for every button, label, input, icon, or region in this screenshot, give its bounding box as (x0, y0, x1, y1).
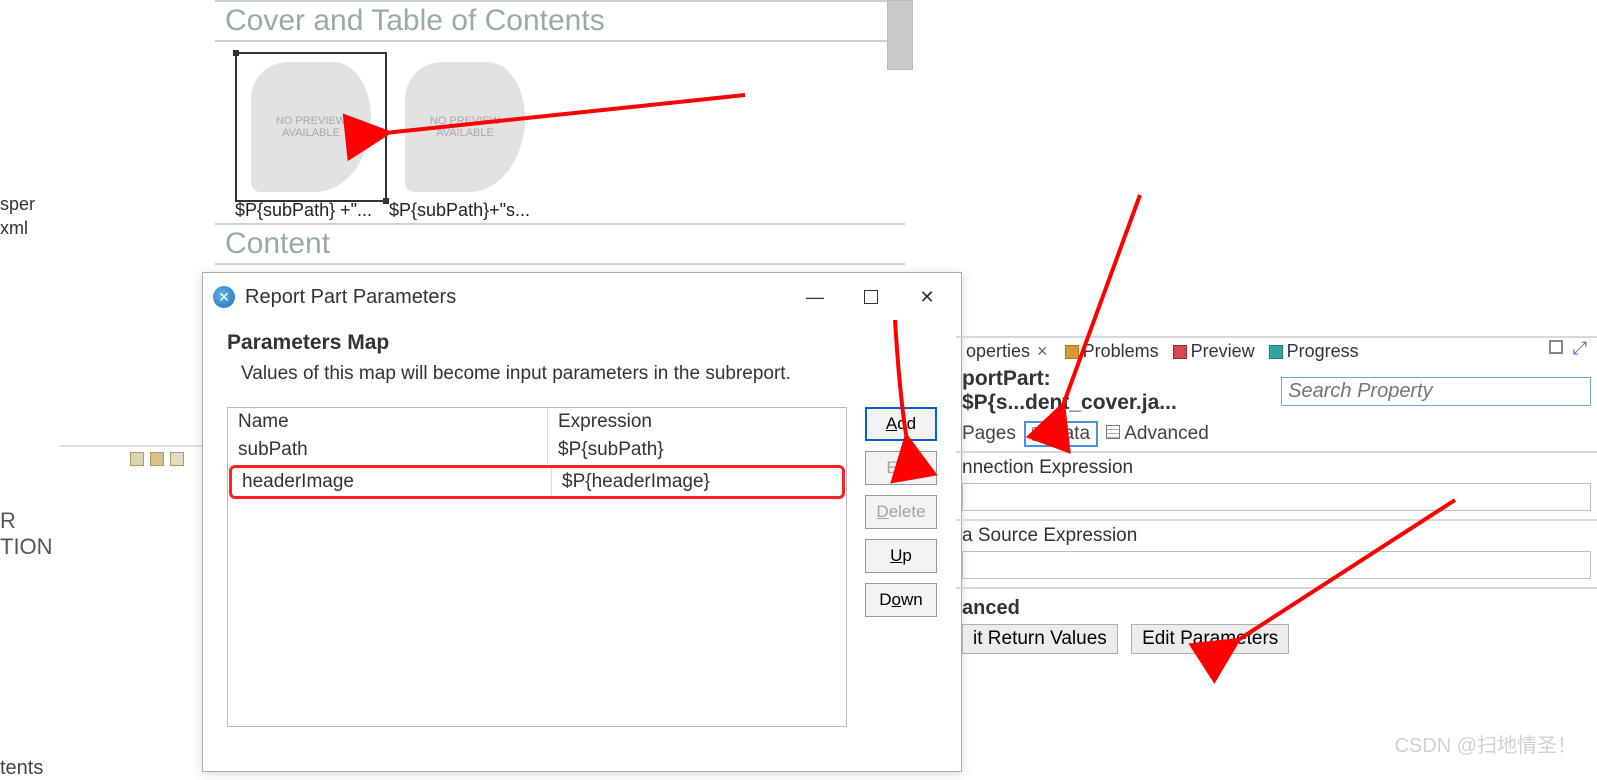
selection-title: portPart: $P{s...dent_cover.ja... (962, 367, 1271, 415)
tab-advanced[interactable]: Advanced (1106, 423, 1209, 445)
param-expr: $P{headerImage} (552, 468, 842, 496)
restore-icon[interactable] (1549, 340, 1563, 354)
section-header: Content (215, 223, 905, 265)
progress-icon (1269, 345, 1283, 359)
report-design-canvas[interactable]: Cover and Table of Contents NO PREVIEWAV… (215, 0, 905, 270)
search-property-input[interactable] (1281, 377, 1591, 406)
property-section-tabs: Pages Data Advanced (956, 417, 1597, 451)
datasource-expression-label: a Source Expression (962, 525, 1591, 547)
report-part-parameters-dialog: ✕ Report Part Parameters — ✕ Parameters … (202, 272, 962, 772)
tree-node: R (0, 508, 16, 534)
dialog-window-title: Report Part Parameters (245, 286, 787, 309)
properties-panel: ⤢ operties× Problems Preview Progress po… (956, 336, 1597, 662)
vertical-scrollbar[interactable] (887, 0, 913, 70)
preview-icon (1173, 345, 1187, 359)
connection-expression-field[interactable] (962, 483, 1591, 511)
tab-data[interactable]: Data (1024, 421, 1098, 447)
delete-button: Delete (865, 495, 937, 529)
advanced-section-label: anced (962, 593, 1591, 624)
problems-icon (1065, 345, 1079, 359)
edit-parameters-button[interactable]: Edit Parameters (1131, 624, 1289, 654)
subreport-caption: $P{subPath} +"... (235, 200, 387, 221)
tab-problems[interactable]: Problems (1061, 340, 1163, 363)
dialog-titlebar[interactable]: ✕ Report Part Parameters — ✕ (203, 273, 961, 321)
tree-node: tents (0, 757, 43, 780)
tab-progress[interactable]: Progress (1265, 340, 1363, 363)
tree-node: TION (0, 534, 53, 560)
down-button[interactable]: Down (865, 583, 937, 617)
col-name-header: Name (228, 408, 548, 436)
maximize-button[interactable] (843, 277, 899, 317)
table-header: Name Expression (228, 408, 846, 436)
close-button[interactable]: ✕ (899, 277, 955, 317)
external-icon[interactable]: ⤢ (1573, 338, 1587, 359)
connection-expression-label: nnection Expression (962, 457, 1591, 479)
grid-icon (1106, 425, 1120, 439)
tab-pages[interactable]: Pages (962, 423, 1016, 445)
database-icon (1032, 427, 1046, 441)
file-tree-item: sper (0, 194, 35, 215)
tab-properties[interactable]: operties× (962, 340, 1055, 363)
datasource-expression-field[interactable] (962, 551, 1591, 579)
param-expr: $P{subPath} (548, 436, 846, 464)
param-name: subPath (228, 436, 548, 464)
dialog-title: Parameters Map (227, 331, 937, 355)
edit-button: Edit (865, 451, 937, 485)
toolbar-icons[interactable] (130, 452, 184, 466)
file-tree-item: xml (0, 218, 28, 239)
parameters-table[interactable]: Name Expression subPath $P{subPath} head… (227, 407, 847, 727)
watermark: CSDN @扫地情圣！ (1394, 729, 1577, 758)
table-row-highlighted[interactable]: headerImage $P{headerImage} (229, 465, 845, 499)
edit-return-values-button[interactable]: it Return Values (962, 624, 1118, 654)
close-icon[interactable]: × (1034, 341, 1051, 362)
table-row[interactable]: subPath $P{subPath} (228, 436, 846, 464)
col-expr-header: Expression (548, 408, 846, 436)
dialog-description: Values of this map will become input par… (241, 363, 937, 385)
divider (60, 445, 215, 447)
subreport-part[interactable]: NO PREVIEWAVAILABLE (389, 52, 541, 202)
up-button[interactable]: Up (865, 539, 937, 573)
minimize-button[interactable]: — (787, 277, 843, 317)
param-name: headerImage (232, 468, 552, 496)
subreport-part-selected[interactable]: NO PREVIEWAVAILABLE (235, 52, 387, 202)
section-header: Cover and Table of Contents (215, 0, 905, 42)
add-button[interactable]: Add (865, 407, 937, 441)
bottom-tabs: operties× Problems Preview Progress (956, 336, 1597, 365)
tab-preview[interactable]: Preview (1169, 340, 1259, 363)
app-icon: ✕ (213, 286, 235, 308)
subreport-caption: $P{subPath}+"s... (389, 200, 541, 221)
